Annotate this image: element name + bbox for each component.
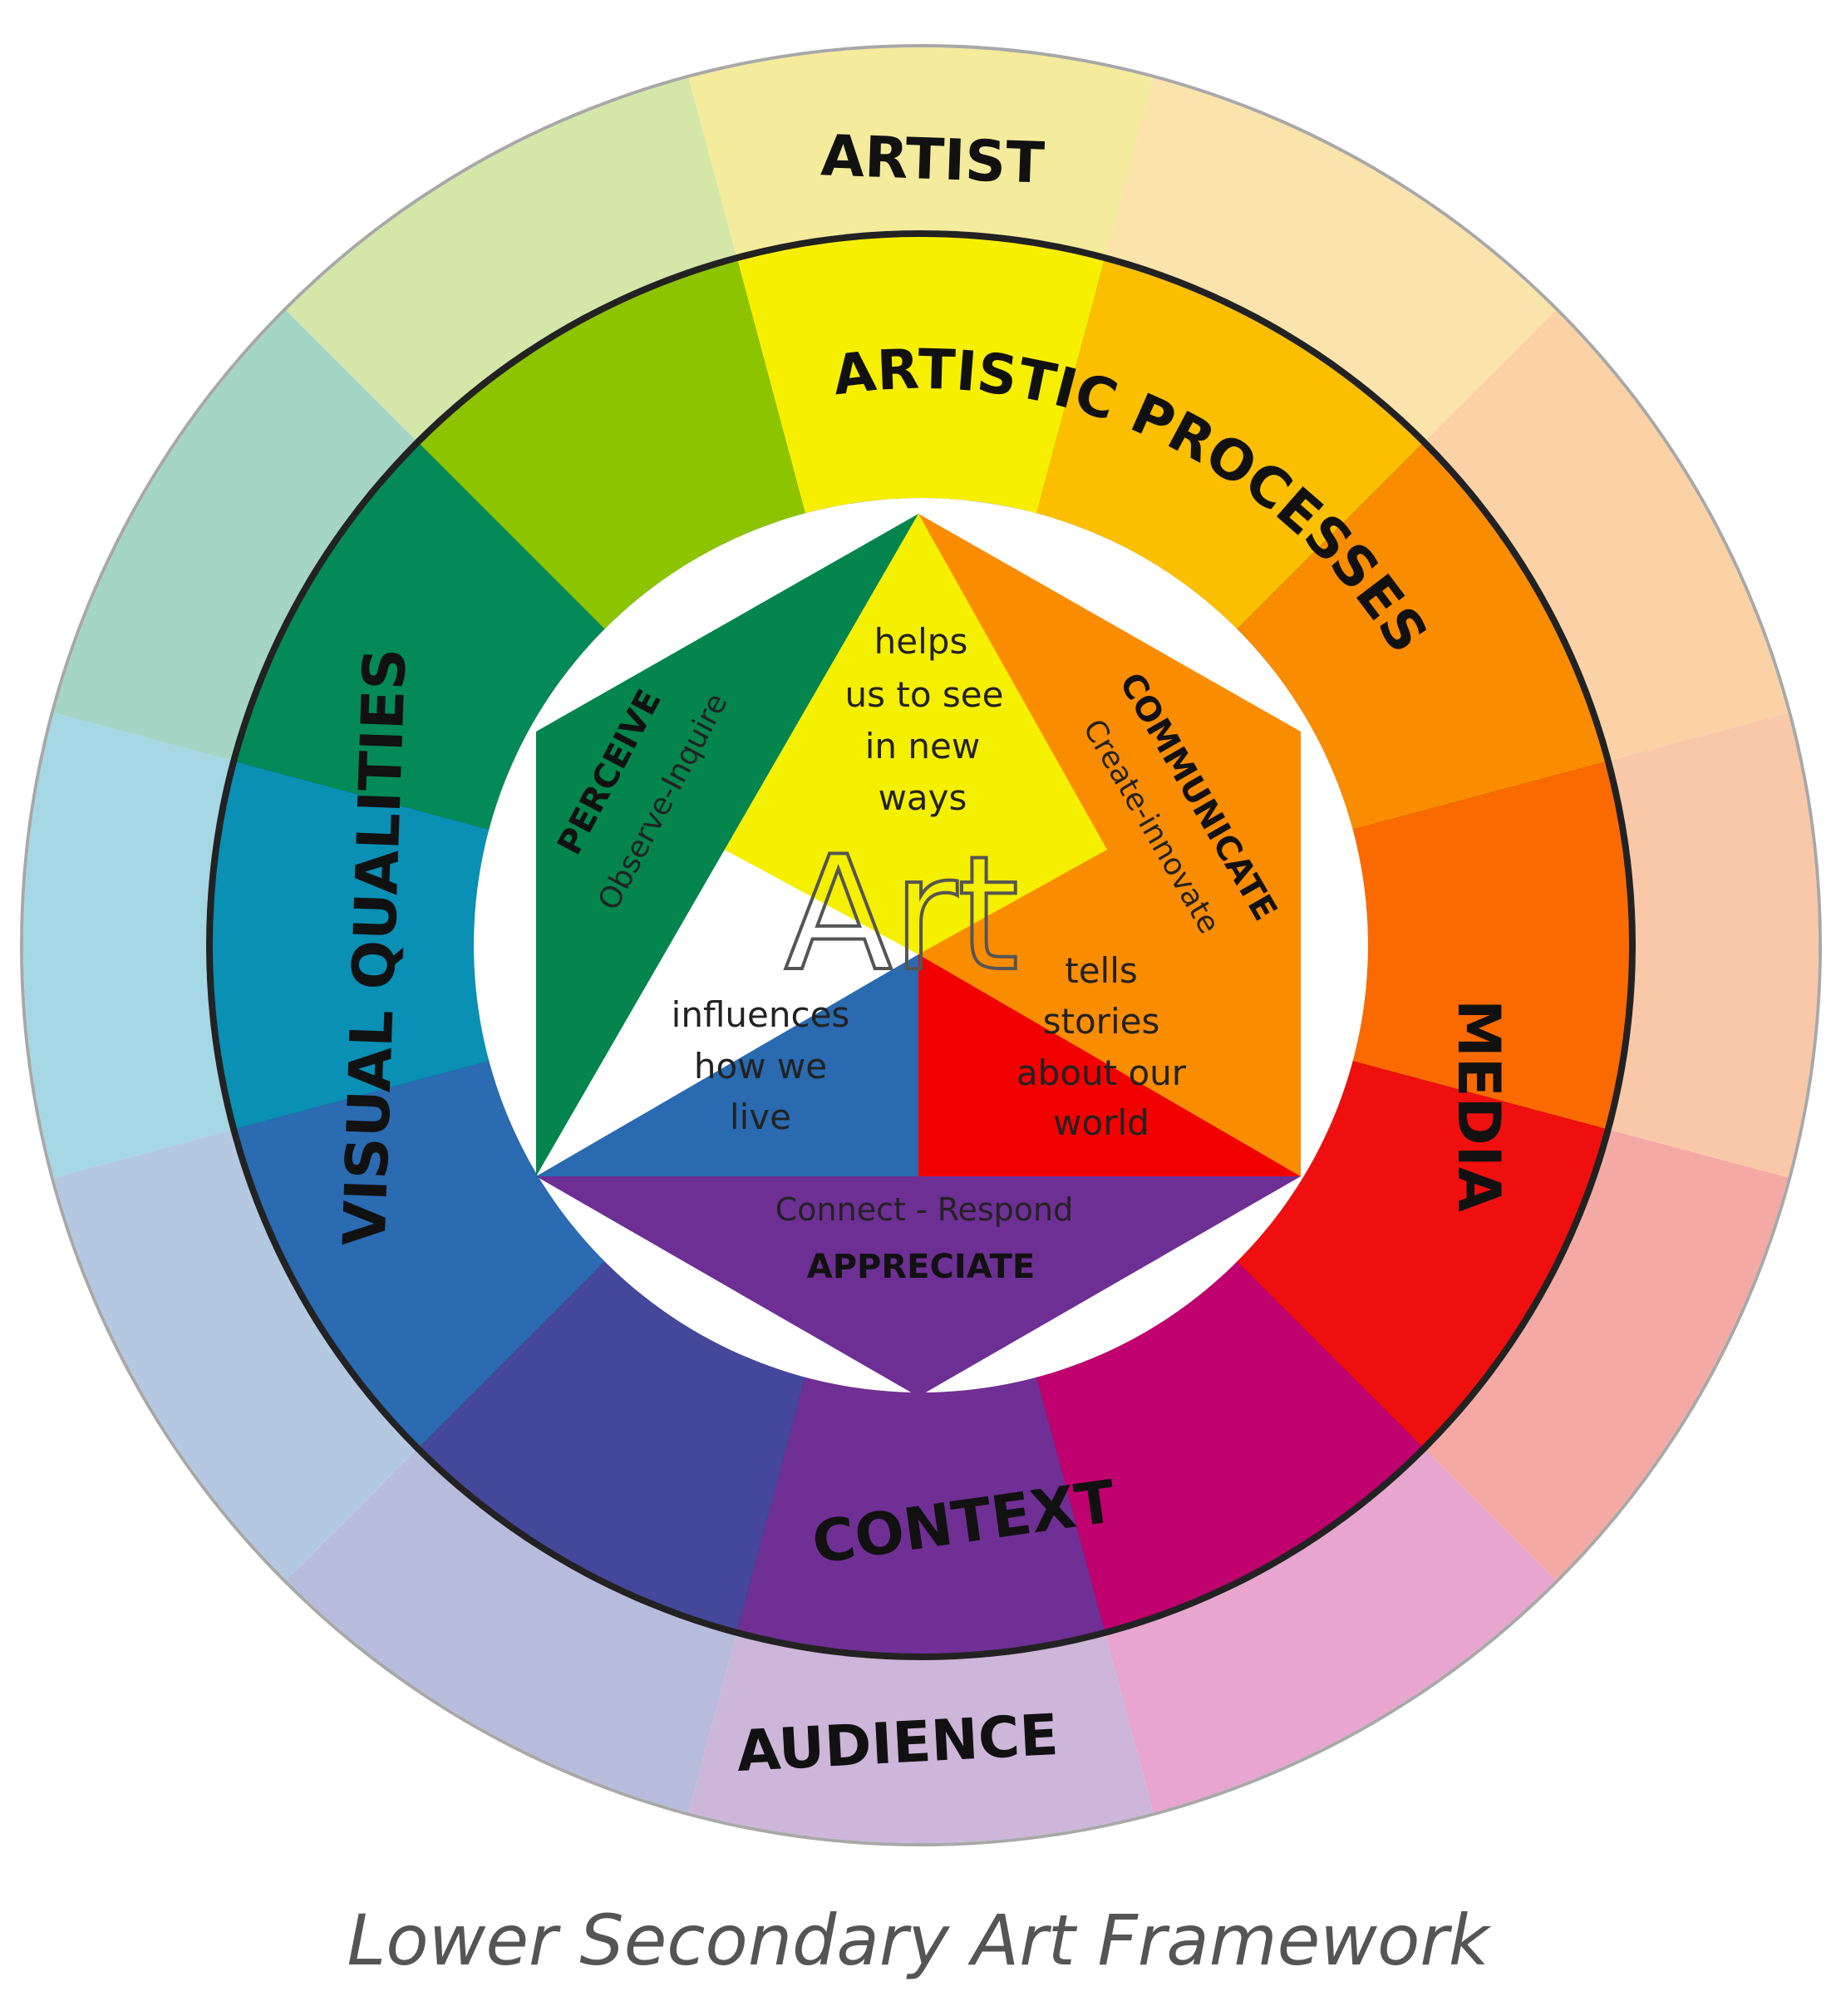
red-line: tells <box>1065 950 1138 991</box>
red-line: stories <box>1043 1001 1160 1042</box>
blue-line: how we <box>694 1046 827 1087</box>
blue-line: live <box>730 1097 791 1137</box>
diagram-caption: Lower Secondary Art Framework <box>347 1900 1489 1981</box>
artist-label: ARTIST <box>820 123 1046 196</box>
art-framework-wheel: ARTIST AUDIENCE ARTISTIC PROCESSES MEDIA… <box>20 44 1822 1846</box>
outer-ring-segment <box>23 712 231 1178</box>
yellow-line: helps <box>874 621 968 662</box>
yellow-line: in new <box>865 726 980 766</box>
outer-ring-segment <box>1611 712 1819 1178</box>
red-line: world <box>1053 1102 1149 1143</box>
media-label: MEDIA <box>1445 999 1513 1212</box>
yellow-line: us to see <box>845 674 1004 715</box>
appreciate-title: APPRECIATE <box>807 1248 1035 1286</box>
red-line: about our <box>1016 1052 1187 1093</box>
appreciate-subtitle: Connect - Respond <box>775 1191 1073 1228</box>
yellow-line: ways <box>879 777 967 818</box>
art-center-word: Art <box>785 822 1020 1006</box>
